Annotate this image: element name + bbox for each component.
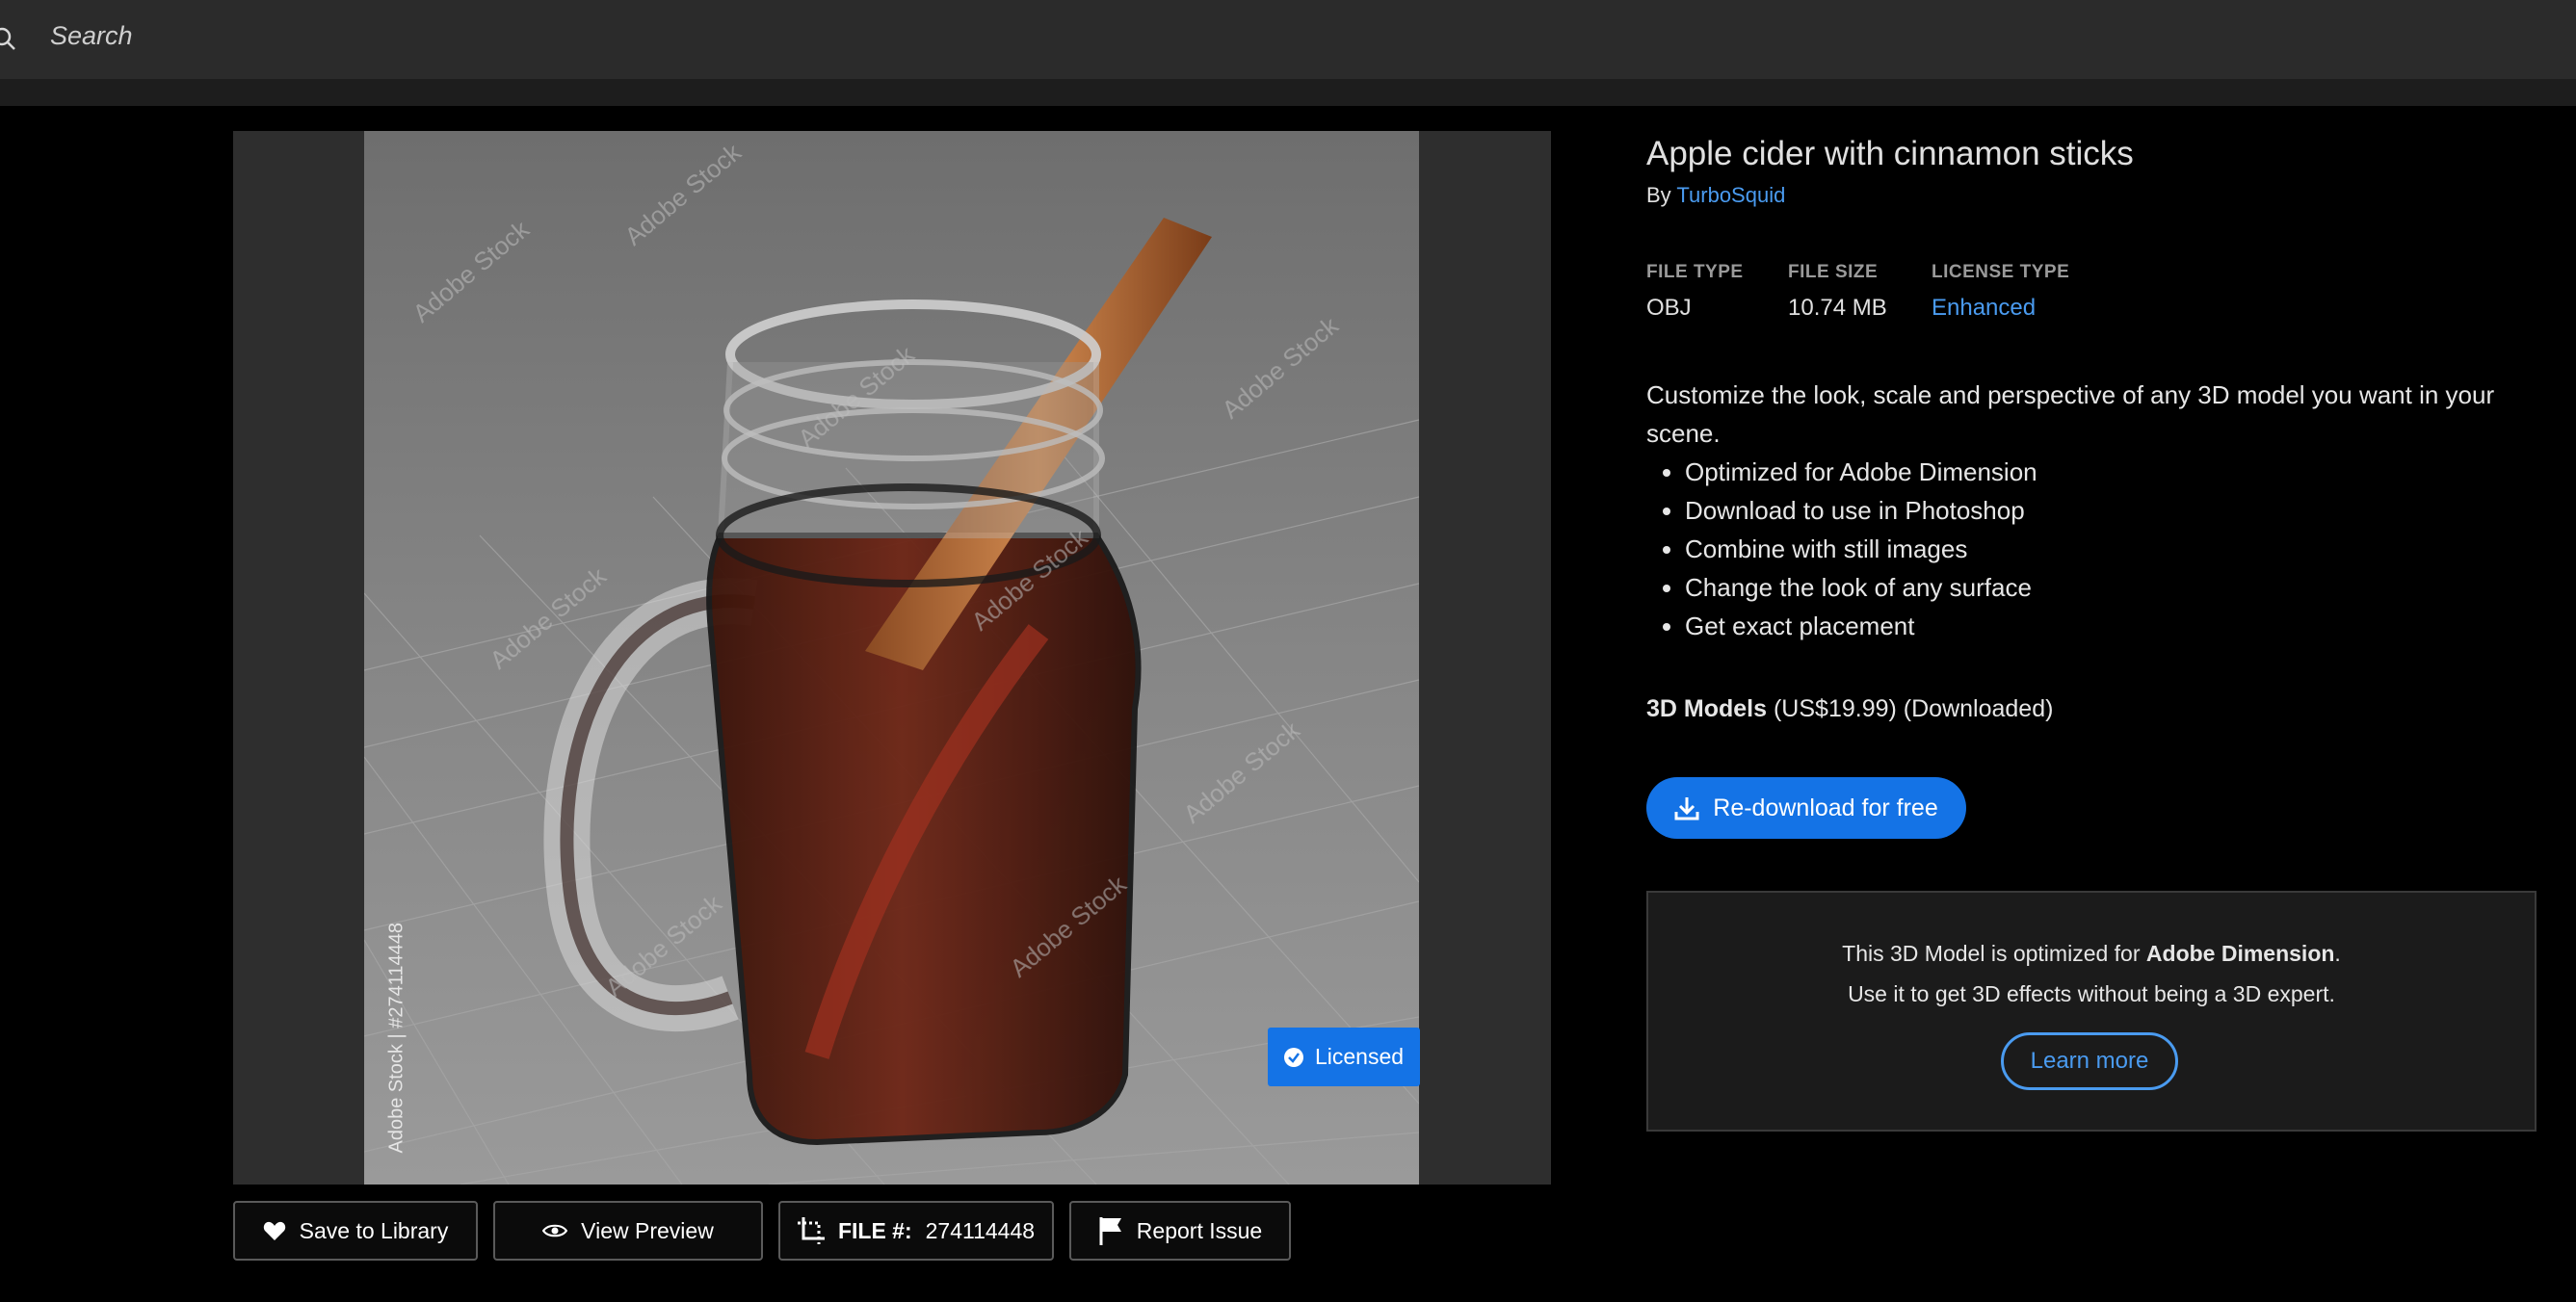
check-circle-icon: [1283, 1047, 1303, 1067]
dimension-promo: This 3D Model is optimized for Adobe Dim…: [1646, 891, 2537, 1132]
author-link[interactable]: TurboSquid: [1676, 183, 1785, 207]
file-number-value: 274114448: [925, 1217, 1036, 1243]
asset-description: Customize the look, scale and perspectiv…: [1646, 380, 2495, 448]
feature-item: Combine with still images: [1685, 530, 2037, 568]
licensed-badge: Licensed: [1268, 1028, 1420, 1086]
download-icon: [1674, 797, 1699, 820]
file-type-meta: FILE TYPE OBJ: [1646, 262, 1744, 322]
report-issue-label: Report Issue: [1136, 1217, 1263, 1243]
eye-icon: [542, 1224, 568, 1237]
byline: By TurboSquid: [1646, 183, 1785, 208]
feature-item: Optimized for Adobe Dimension: [1685, 453, 2037, 491]
crop-icon: [797, 1217, 825, 1244]
save-to-library-button[interactable]: Save to Library: [233, 1201, 478, 1261]
view-preview-label: View Preview: [581, 1217, 714, 1243]
promo-line-1-suffix: .: [2334, 941, 2341, 966]
file-type-value: OBJ: [1646, 295, 1692, 321]
learn-more-button[interactable]: Learn more: [2001, 1032, 2178, 1090]
promo-line-1-prefix: This 3D Model is optimized for: [1842, 941, 2146, 966]
feature-item: Get exact placement: [1685, 607, 2037, 645]
stock-id-label: Adobe Stock | #274114448: [385, 923, 407, 1154]
save-to-library-label: Save to Library: [299, 1217, 449, 1243]
preview-frame: Adobe Stock Adobe Stock Adobe Stock Adob…: [233, 131, 1551, 1185]
view-preview-button[interactable]: View Preview: [493, 1201, 763, 1261]
license-type-value[interactable]: Enhanced: [1932, 295, 2069, 322]
pricing-category: 3D Models: [1646, 695, 1768, 722]
pricing-status: (Downloaded): [1903, 695, 2054, 722]
subheader-strip: [0, 79, 2576, 106]
flag-icon: [1099, 1217, 1121, 1245]
redownload-label: Re-download for free: [1713, 794, 1938, 821]
asset-title: Apple cider with cinnamon sticks: [1646, 135, 2134, 172]
mug-render: Adobe Stock Adobe Stock Adobe Stock Adob…: [364, 131, 1419, 1185]
feature-item: Change the look of any surface: [1685, 568, 2037, 607]
by-prefix: By: [1646, 183, 1671, 207]
promo-line-2: Use it to get 3D effects without being a…: [1848, 981, 2335, 1006]
heart-icon: [263, 1221, 285, 1240]
feature-list: Optimized for Adobe Dimension Download t…: [1646, 453, 2037, 645]
license-type-meta: LICENSE TYPE Enhanced: [1932, 262, 2069, 322]
file-type-label: FILE TYPE: [1646, 262, 1744, 282]
licensed-label: Licensed: [1314, 1044, 1405, 1069]
file-number-button[interactable]: FILE #: 274114448: [778, 1201, 1054, 1261]
search-icon[interactable]: [0, 25, 15, 50]
license-type-label: LICENSE TYPE: [1932, 262, 2070, 282]
redownload-button[interactable]: Re-download for free: [1646, 777, 1966, 839]
file-size-meta: FILE SIZE 10.74 MB: [1788, 262, 1887, 322]
search-input[interactable]: Search: [50, 21, 133, 51]
report-issue-button[interactable]: Report Issue: [1069, 1201, 1291, 1261]
file-number-label: FILE #:: [837, 1217, 912, 1243]
pricing-price: (US$19.99): [1773, 695, 1897, 722]
promo-line-1: This 3D Model is optimized for Adobe Dim…: [1648, 941, 2535, 967]
preview-image[interactable]: Adobe Stock Adobe Stock Adobe Stock Adob…: [364, 131, 1419, 1185]
pricing-info: 3D Models (US$19.99) (Downloaded): [1646, 695, 2053, 723]
file-size-label: FILE SIZE: [1788, 262, 1879, 282]
feature-item: Download to use in Photoshop: [1685, 491, 2037, 530]
file-size-value: 10.74 MB: [1788, 295, 1887, 321]
top-search-bar: Search: [0, 0, 2576, 80]
promo-product-name: Adobe Dimension: [2145, 941, 2335, 966]
